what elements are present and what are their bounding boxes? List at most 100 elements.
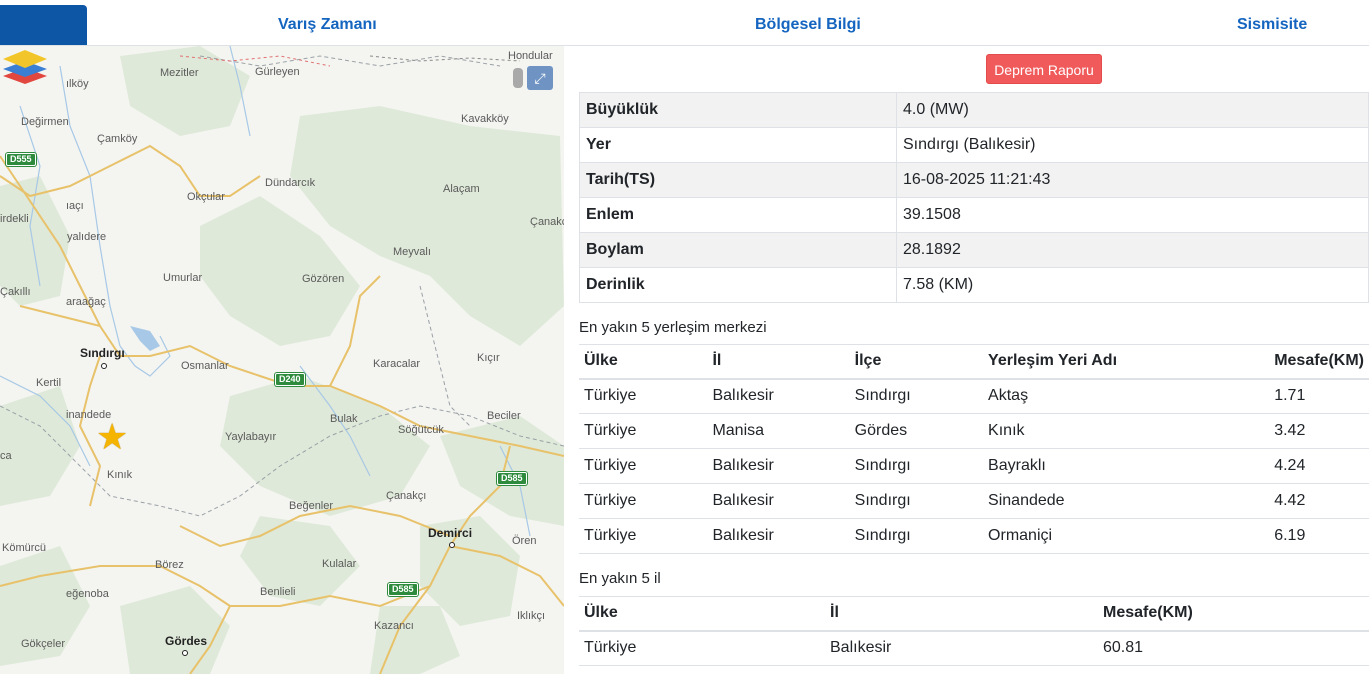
map-label: Mezitler: [160, 67, 199, 79]
info-value: 28.1892: [896, 232, 1369, 268]
map-label: yalıdere: [67, 231, 107, 243]
map-label: Çanakç: [530, 216, 564, 228]
table-row: Türkiye Balıkesir Sındırgı Aktaş 1.71: [579, 378, 1369, 414]
map-label: Kıçır: [477, 352, 500, 364]
map-label: Benlieli: [260, 586, 296, 598]
table-cell: Balıkesir: [825, 630, 1098, 666]
map-label: Kazancı: [374, 620, 414, 632]
info-row: Tarih(TS) 16-08-2025 11:21:43: [579, 162, 1369, 198]
info-value: 4.0 (MW): [896, 92, 1369, 128]
table-cell: 60.81: [1098, 630, 1369, 666]
table-row: Türkiye Balıkesir Sındırgı Ormaniçi 6.19: [579, 518, 1369, 554]
table-cell: 4.42: [1269, 483, 1369, 519]
map-toggle[interactable]: [513, 68, 523, 88]
column-header: İl: [707, 344, 850, 380]
info-value: 39.1508: [896, 197, 1369, 233]
tab-regional-info[interactable]: Bölgesel Bilgi: [755, 16, 861, 34]
map-label: Kömürcü: [2, 542, 47, 554]
tab-seismicity[interactable]: Sismisite: [1237, 16, 1307, 34]
tab-bar: Varış Zamanı Bölgesel Bilgi Sismisite: [0, 0, 1369, 46]
table-cell: Türkiye: [579, 413, 708, 449]
map-label: Umurlar: [163, 272, 203, 284]
map-label: Iklıkçı: [517, 610, 546, 622]
info-row: Derinlik 7.58 (KM): [579, 267, 1369, 303]
layers-icon[interactable]: [0, 46, 50, 88]
map-label: ılköy: [66, 78, 89, 90]
table-cell: Türkiye: [579, 518, 708, 554]
info-row: Enlem 39.1508: [579, 197, 1369, 233]
expand-arrows-icon[interactable]: ⤢: [527, 66, 553, 90]
town-dot-icon: [182, 650, 188, 656]
table-cell: Balıkesir: [707, 483, 850, 519]
table-cell: Türkiye: [579, 378, 708, 414]
map-label: Okçular: [187, 191, 225, 203]
table-row: Türkiye Balıkesir 60.81: [579, 630, 1369, 666]
table-cell: Türkiye: [579, 448, 708, 484]
info-key: Tarih(TS): [579, 162, 897, 198]
map-label: Beğenler: [289, 500, 334, 512]
table-cell: Sinandede: [983, 483, 1270, 519]
info-row: Yer Sındırgı (Balıkesir): [579, 127, 1369, 163]
info-key: Büyüklük: [579, 92, 897, 128]
table-cell: 4.24: [1269, 448, 1369, 484]
column-header: Yerleşim Yeri Adı: [983, 344, 1270, 380]
road-shield: D240: [275, 373, 305, 386]
table-cell: Sındırgı: [849, 518, 984, 554]
map-label: Kulalar: [322, 558, 357, 570]
map-label: Meyvalı: [393, 246, 431, 258]
table-cell: Sındırgı: [849, 378, 984, 414]
tab-arrival-time[interactable]: Varış Zamanı: [278, 16, 377, 34]
map-label: Bulak: [330, 413, 358, 425]
table-cell: Türkiye: [579, 630, 825, 666]
info-key: Yer: [579, 127, 897, 163]
info-value: 16-08-2025 11:21:43: [896, 162, 1369, 198]
map-label: Dündarcık: [265, 177, 316, 189]
map-label: Yaylabayır: [225, 431, 277, 443]
settlements-table: Ülke İl İlçe Yerleşim Yeri Adı Mesafe(KM…: [579, 344, 1369, 554]
table-cell: Gördes: [849, 413, 984, 449]
earthquake-info-table: Büyüklük 4.0 (MW) Yer Sındırgı (Balıkesir)…: [579, 92, 1369, 303]
star-icon[interactable]: ★: [96, 419, 128, 455]
map-label: Karacalar: [373, 358, 421, 370]
earthquake-report-button[interactable]: Deprem Raporu: [986, 54, 1102, 84]
table-header-row: Ülke İl İlçe Yerleşim Yeri Adı Mesafe(KM…: [579, 344, 1369, 380]
provinces-title: En yakın 5 il: [579, 570, 661, 587]
map-label: araağaç: [66, 296, 106, 308]
column-header: Mesafe(KM): [1269, 344, 1369, 380]
map-label: Çakıllı: [0, 286, 31, 298]
map-label: Çanakçı: [386, 490, 427, 502]
table-cell: Manisa: [707, 413, 850, 449]
map-label: Osmanlar: [181, 360, 229, 372]
table-cell: 6.19: [1269, 518, 1369, 554]
table-header-row: Ülke İl Mesafe(KM): [579, 596, 1369, 632]
map-town-label: Demirci: [428, 526, 473, 540]
info-key: Boylam: [579, 232, 897, 268]
map-town-label: Gördes: [165, 634, 208, 648]
details-panel: Deprem Raporu Büyüklük 4.0 (MW) Yer Sındır…: [579, 46, 1369, 674]
info-value: Sındırgı (Balıkesir): [896, 127, 1369, 163]
column-header: Mesafe(KM): [1098, 596, 1369, 632]
map-label: Gözören: [302, 273, 345, 285]
table-cell: Kınık: [983, 413, 1270, 449]
map-label: Değirmen: [21, 116, 69, 128]
map-view[interactable]: Hondular ılköy Mezitler Gürleyen Değirme…: [0, 46, 564, 674]
map-label: Söğütcük: [398, 424, 444, 436]
table-cell: Ormaniçi: [983, 518, 1270, 554]
map-label: Kınık: [107, 469, 133, 481]
map-label: eğenoba: [66, 588, 109, 600]
road-shield: D585: [497, 472, 527, 485]
column-header: Ülke: [579, 344, 708, 380]
map-label: ca: [0, 450, 12, 462]
table-cell: Türkiye: [579, 483, 708, 519]
table-cell: Sındırgı: [849, 448, 984, 484]
map-label: Alaçam: [443, 183, 480, 195]
tab-active[interactable]: [0, 5, 87, 45]
table-cell: Balıkesir: [707, 518, 850, 554]
info-row: Büyüklük 4.0 (MW): [579, 92, 1369, 128]
map-label: Gürleyen: [255, 66, 300, 78]
map-label: irdekli: [0, 213, 29, 225]
table-row: Türkiye Balıkesir Sındırgı Bayraklı 4.24: [579, 448, 1369, 484]
map-label: Ören: [512, 535, 537, 547]
column-header: İl: [825, 596, 1098, 632]
town-dot-icon: [101, 363, 107, 369]
